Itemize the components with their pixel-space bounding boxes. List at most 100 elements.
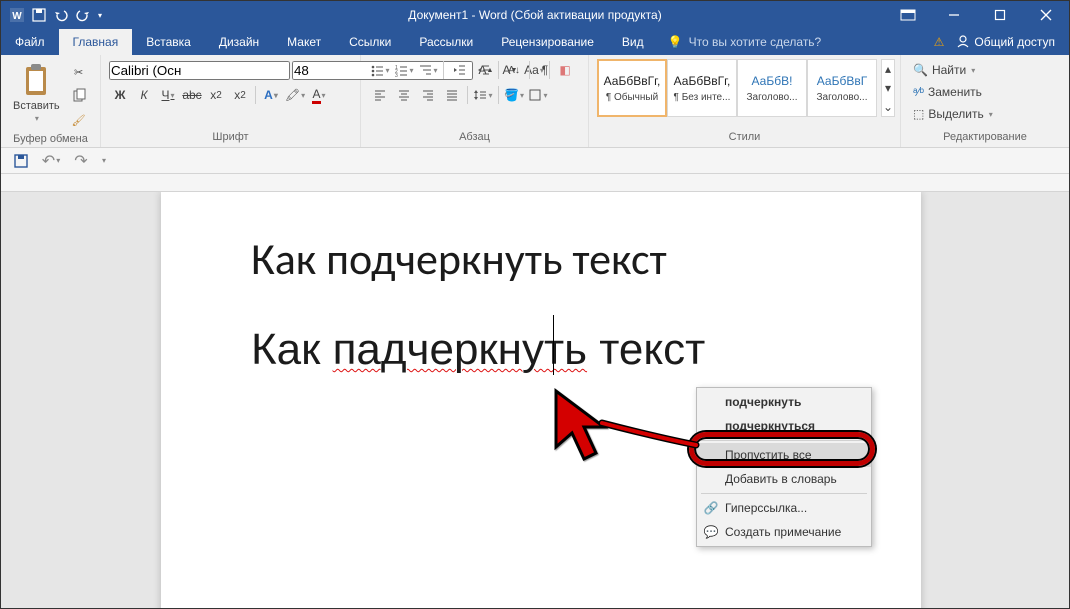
tab-file[interactable]: Файл (1, 29, 59, 55)
multilevel-list-button[interactable]: ▾ (417, 59, 439, 81)
font-color-button[interactable]: A▾ (308, 84, 330, 106)
doc-line-2-suffix: текст (587, 325, 705, 374)
sort-button[interactable]: A↓ (503, 59, 525, 81)
minimize-button[interactable] (931, 1, 977, 29)
style-heading1[interactable]: АаБбВ!Заголово... (737, 59, 807, 117)
quick-access-row: ↶ ▾ ↷ ▾ (1, 148, 1069, 174)
tab-view[interactable]: Вид (608, 29, 658, 55)
search-icon: 🔍 (913, 63, 928, 77)
title-bar: W ▾ Документ1 - Word (Сбой активации про… (1, 1, 1069, 29)
tab-references[interactable]: Ссылки (335, 29, 405, 55)
tell-me-box[interactable]: 💡 Что вы хотите сделать? (668, 29, 822, 55)
suggestion-1[interactable]: подчеркнуть (697, 390, 871, 414)
format-painter-button[interactable]: 🖌 (68, 109, 90, 131)
replace-button[interactable]: ᵃ⁄ᵇЗаменить (909, 81, 997, 103)
redo-icon[interactable] (75, 7, 91, 23)
justify-button[interactable] (441, 84, 463, 106)
qat-redo-button[interactable]: ↷ (71, 151, 91, 171)
group-font: A▲ A▼ Aa▾ ◧ Ж К Ч▾ abc x2 x2 A▾ 🖍▾ A▾ (101, 55, 361, 147)
ignore-all-item[interactable]: Пропустить все (697, 443, 871, 467)
bold-button[interactable]: Ж (109, 84, 131, 106)
copy-button[interactable] (68, 85, 90, 107)
show-marks-button[interactable]: ¶ (534, 59, 556, 81)
align-center-button[interactable] (393, 84, 415, 106)
maximize-button[interactable] (977, 1, 1023, 29)
strikethrough-button[interactable]: abc (181, 84, 203, 106)
style-no-spacing[interactable]: АаБбВвГг,¶ Без инте... (667, 59, 737, 117)
cursor-icon: ⬚ (913, 107, 924, 121)
find-button[interactable]: 🔍Найти▾ (909, 59, 997, 81)
style-gallery[interactable]: АаБбВвГг,¶ Обычный АаБбВвГг,¶ Без инте..… (597, 59, 877, 117)
save-icon[interactable] (31, 7, 47, 23)
doc-line-1[interactable]: Как подчеркнуть текст (251, 232, 667, 286)
numbering-button[interactable]: 123▾ (393, 59, 415, 81)
qat-more-icon[interactable]: ▾ (98, 11, 102, 20)
tab-home[interactable]: Главная (59, 29, 133, 55)
bullets-button[interactable]: ▾ (369, 59, 391, 81)
gallery-more-button[interactable]: ⌄ (882, 99, 894, 116)
hyperlink-item[interactable]: 🔗Гиперссылка... (697, 496, 871, 520)
svg-text:W: W (12, 11, 22, 22)
share-button[interactable]: Общий доступ (956, 34, 1055, 51)
tab-mailings[interactable]: Рассылки (405, 29, 487, 55)
window-title: Документ1 - Word (Сбой активации продукт… (408, 8, 661, 22)
replace-icon: ᵃ⁄ᵇ (913, 85, 924, 99)
tab-insert[interactable]: Вставка (132, 29, 205, 55)
tab-layout[interactable]: Макет (273, 29, 335, 55)
brush-icon: 🖌 (72, 114, 86, 127)
superscript-button[interactable]: x2 (229, 84, 251, 106)
borders-button[interactable]: ▾ (527, 84, 549, 106)
style-heading2[interactable]: АаБбВвГЗаголово... (807, 59, 877, 117)
tell-me-placeholder: Что вы хотите сделать? (689, 35, 822, 49)
text-caret (553, 315, 554, 375)
share-label: Общий доступ (974, 35, 1055, 49)
italic-button[interactable]: К (133, 84, 155, 106)
horizontal-ruler[interactable] (1, 174, 1069, 192)
group-editing: 🔍Найти▾ ᵃ⁄ᵇЗаменить ⬚Выделить▾ Редактиро… (901, 55, 1069, 147)
text-effects-button[interactable]: A▾ (260, 84, 282, 106)
suggestion-2[interactable]: подчеркнуться (697, 414, 871, 438)
qat-customize-icon[interactable]: ▾ (102, 156, 106, 165)
group-styles: АаБбВвГг,¶ Обычный АаБбВвГг,¶ Без инте..… (589, 55, 901, 147)
cut-button[interactable]: ✂ (68, 61, 90, 83)
group-label-editing: Редактирование (909, 129, 1061, 145)
tab-review[interactable]: Рецензирование (487, 29, 608, 55)
gallery-up-button[interactable]: ▴ (882, 60, 894, 77)
qat-save-button[interactable] (11, 151, 31, 171)
ribbon: Вставить ▾ ✂ 🖌 Буфер обмена A▲ A▼ Aa▾ (1, 55, 1069, 148)
activation-warning-icon[interactable]: ⚠ (934, 35, 945, 49)
misspelled-word[interactable]: падчеркнуть (333, 325, 587, 374)
font-name-combo[interactable] (109, 61, 290, 80)
new-comment-item[interactable]: 💬Создать примечание (697, 520, 871, 544)
increase-indent-button[interactable] (472, 59, 494, 81)
add-to-dictionary-item[interactable]: Добавить в словарь (697, 467, 871, 491)
gallery-down-button[interactable]: ▾ (882, 79, 894, 96)
select-button[interactable]: ⬚Выделить▾ (909, 103, 997, 125)
group-label-paragraph: Абзац (369, 129, 580, 145)
group-paragraph: ▾ 123▾ ▾ A↓ ¶ ▾ (361, 55, 589, 147)
underline-button[interactable]: Ч▾ (157, 84, 179, 106)
style-normal[interactable]: АаБбВвГг,¶ Обычный (597, 59, 667, 117)
highlight-button[interactable]: 🖍▾ (284, 84, 306, 106)
clipboard-icon (18, 62, 54, 98)
comment-icon: 💬 (703, 525, 719, 539)
line-spacing-button[interactable]: ▾ (472, 84, 494, 106)
spelling-context-menu: подчеркнуть подчеркнуться Пропустить все… (696, 387, 872, 547)
ribbon-display-options-button[interactable] (885, 1, 931, 29)
group-label-font: Шрифт (109, 129, 352, 145)
subscript-button[interactable]: x2 (205, 84, 227, 106)
align-right-button[interactable] (417, 84, 439, 106)
undo-icon[interactable] (53, 7, 69, 23)
bucket-icon: 🪣 (504, 88, 519, 102)
paste-label: Вставить (13, 100, 60, 112)
paste-button[interactable]: Вставить ▾ (9, 59, 64, 125)
close-button[interactable] (1023, 1, 1069, 29)
shading-button[interactable]: 🪣▾ (503, 84, 525, 106)
qat-undo-button[interactable]: ↶ ▾ (41, 151, 61, 171)
tab-design[interactable]: Дизайн (205, 29, 273, 55)
decrease-indent-button[interactable] (448, 59, 470, 81)
ribbon-tabs: Файл Главная Вставка Дизайн Макет Ссылки… (1, 29, 1069, 55)
align-left-button[interactable] (369, 84, 391, 106)
menu-separator (701, 440, 867, 441)
doc-line-2[interactable]: Как падчеркнуть текст (251, 322, 705, 376)
